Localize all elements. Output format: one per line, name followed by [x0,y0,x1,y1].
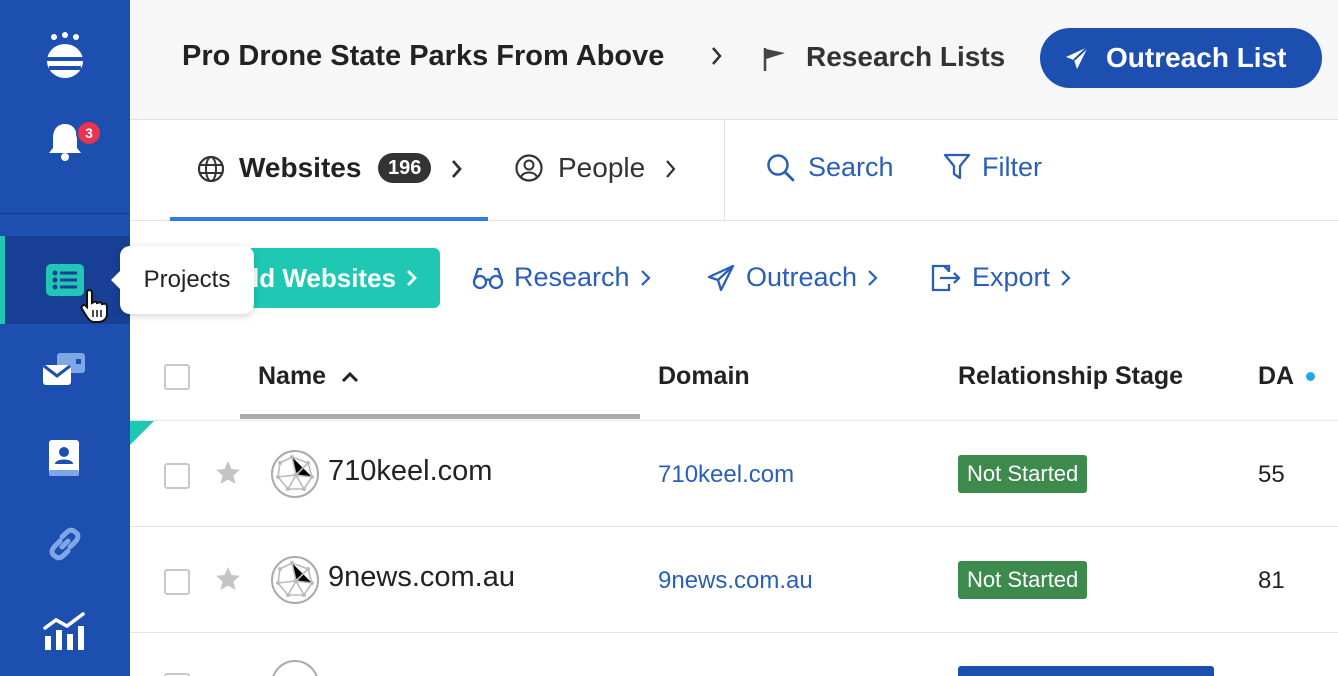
chevron-right-icon [451,160,462,178]
relationship-stage-badge[interactable] [958,666,1214,676]
sidebar-item-links[interactable] [0,500,130,588]
buzzstream-logo-icon [47,32,83,78]
search-label: Search [808,152,894,182]
sidebar: 3 [0,0,130,676]
sidebar-item-reports[interactable] [0,588,130,676]
column-header-da[interactable]: DA [1258,362,1294,391]
tab-websites[interactable]: Websites 196 [170,120,488,221]
export-file-icon [931,264,961,291]
bar-chart-icon [43,612,85,650]
column-header-relationship-stage[interactable]: Relationship Stage [958,362,1183,391]
link-icon [49,527,81,561]
website-domain-link[interactable]: 9news.com.au [658,567,813,595]
breadcrumb-research-lists[interactable]: Research Lists [806,41,1005,73]
sort-indicator-bar [240,414,640,419]
notification-count-badge: 3 [76,120,102,146]
export-label: Export [972,262,1051,292]
sort-ascending-icon [341,372,359,383]
filter-icon [943,153,971,180]
search-icon [767,154,795,182]
sidebar-item-outreach[interactable] [0,326,130,414]
notifications-nav[interactable] [0,98,130,186]
chevron-right-icon [868,269,878,286]
star-icon[interactable] [214,459,242,487]
top-header: Pro Drone State Parks From Above Researc… [130,0,1338,120]
tab-people-label: People [558,152,646,183]
filter-label: Filter [982,152,1042,182]
select-all-checkbox[interactable] [164,364,190,390]
list-icon [46,264,84,296]
chevron-right-icon [640,269,651,286]
export-menu[interactable]: Export [930,262,1072,293]
research-menu[interactable]: Research [472,262,652,293]
table-row[interactable]: 9news.com.au 9news.com.au Not Started 81 [130,527,1338,633]
website-globe-icon [272,660,318,676]
tab-bar: Websites 196 People Search Filter [130,120,1338,221]
row-checkbox[interactable] [164,569,190,595]
outreach-menu[interactable]: Outreach [706,262,879,293]
glasses-icon [472,267,504,289]
chevron-right-icon [666,160,676,178]
projects-tooltip: Projects [111,246,254,314]
sidebar-divider [0,213,130,214]
chevron-right-icon [407,270,417,286]
row-highlight-marker [130,421,154,445]
contact-book-icon [49,440,79,476]
outreach-label: Outreach [746,262,858,292]
relationship-stage-badge[interactable]: Not Started [958,455,1088,493]
user-circle-icon [515,154,543,182]
breadcrumb-project[interactable]: Pro Drone State Parks From Above [182,40,664,73]
da-value: 81 [1258,567,1285,594]
action-toolbar: Add Websites Research Outreach Export [130,222,1338,332]
star-icon[interactable] [214,565,242,593]
globe-icon [197,155,225,183]
website-name[interactable]: 9news.com.au [328,561,515,594]
row-checkbox[interactable] [164,463,190,489]
chevron-right-icon [1061,269,1071,286]
mail-cards-icon [43,353,85,385]
hand-cursor-icon [80,288,108,323]
table-header: Name Domain Relationship Stage DA [130,332,1338,421]
paper-plane-icon [1066,46,1089,69]
website-globe-icon [271,556,319,604]
da-info-dot [1306,372,1315,381]
research-label: Research [514,262,630,292]
column-name-label: Name [258,362,327,390]
flag-icon [763,48,785,71]
paper-plane-outline-icon [707,264,735,291]
website-domain-link[interactable]: 710keel.com [658,461,794,489]
outreach-list-label: Outreach List [1106,42,1287,73]
outreach-list-button[interactable]: Outreach List [1040,28,1322,88]
column-header-domain[interactable]: Domain [658,362,750,391]
websites-count-badge: 196 [378,153,432,183]
website-name[interactable]: 710keel.com [328,455,492,488]
column-header-name[interactable]: Name [258,362,359,391]
sidebar-item-contacts[interactable] [0,414,130,502]
app-logo[interactable] [0,12,130,100]
chevron-right-icon [712,47,722,65]
da-value: 55 [1258,461,1285,488]
table-row[interactable]: 710keel.com 710keel.com Not Started 55 [130,421,1338,527]
website-globe-icon [271,450,319,498]
relationship-stage-badge[interactable]: Not Started [958,561,1088,599]
tab-websites-label: Websites [239,152,362,183]
tab-separator [724,120,725,221]
